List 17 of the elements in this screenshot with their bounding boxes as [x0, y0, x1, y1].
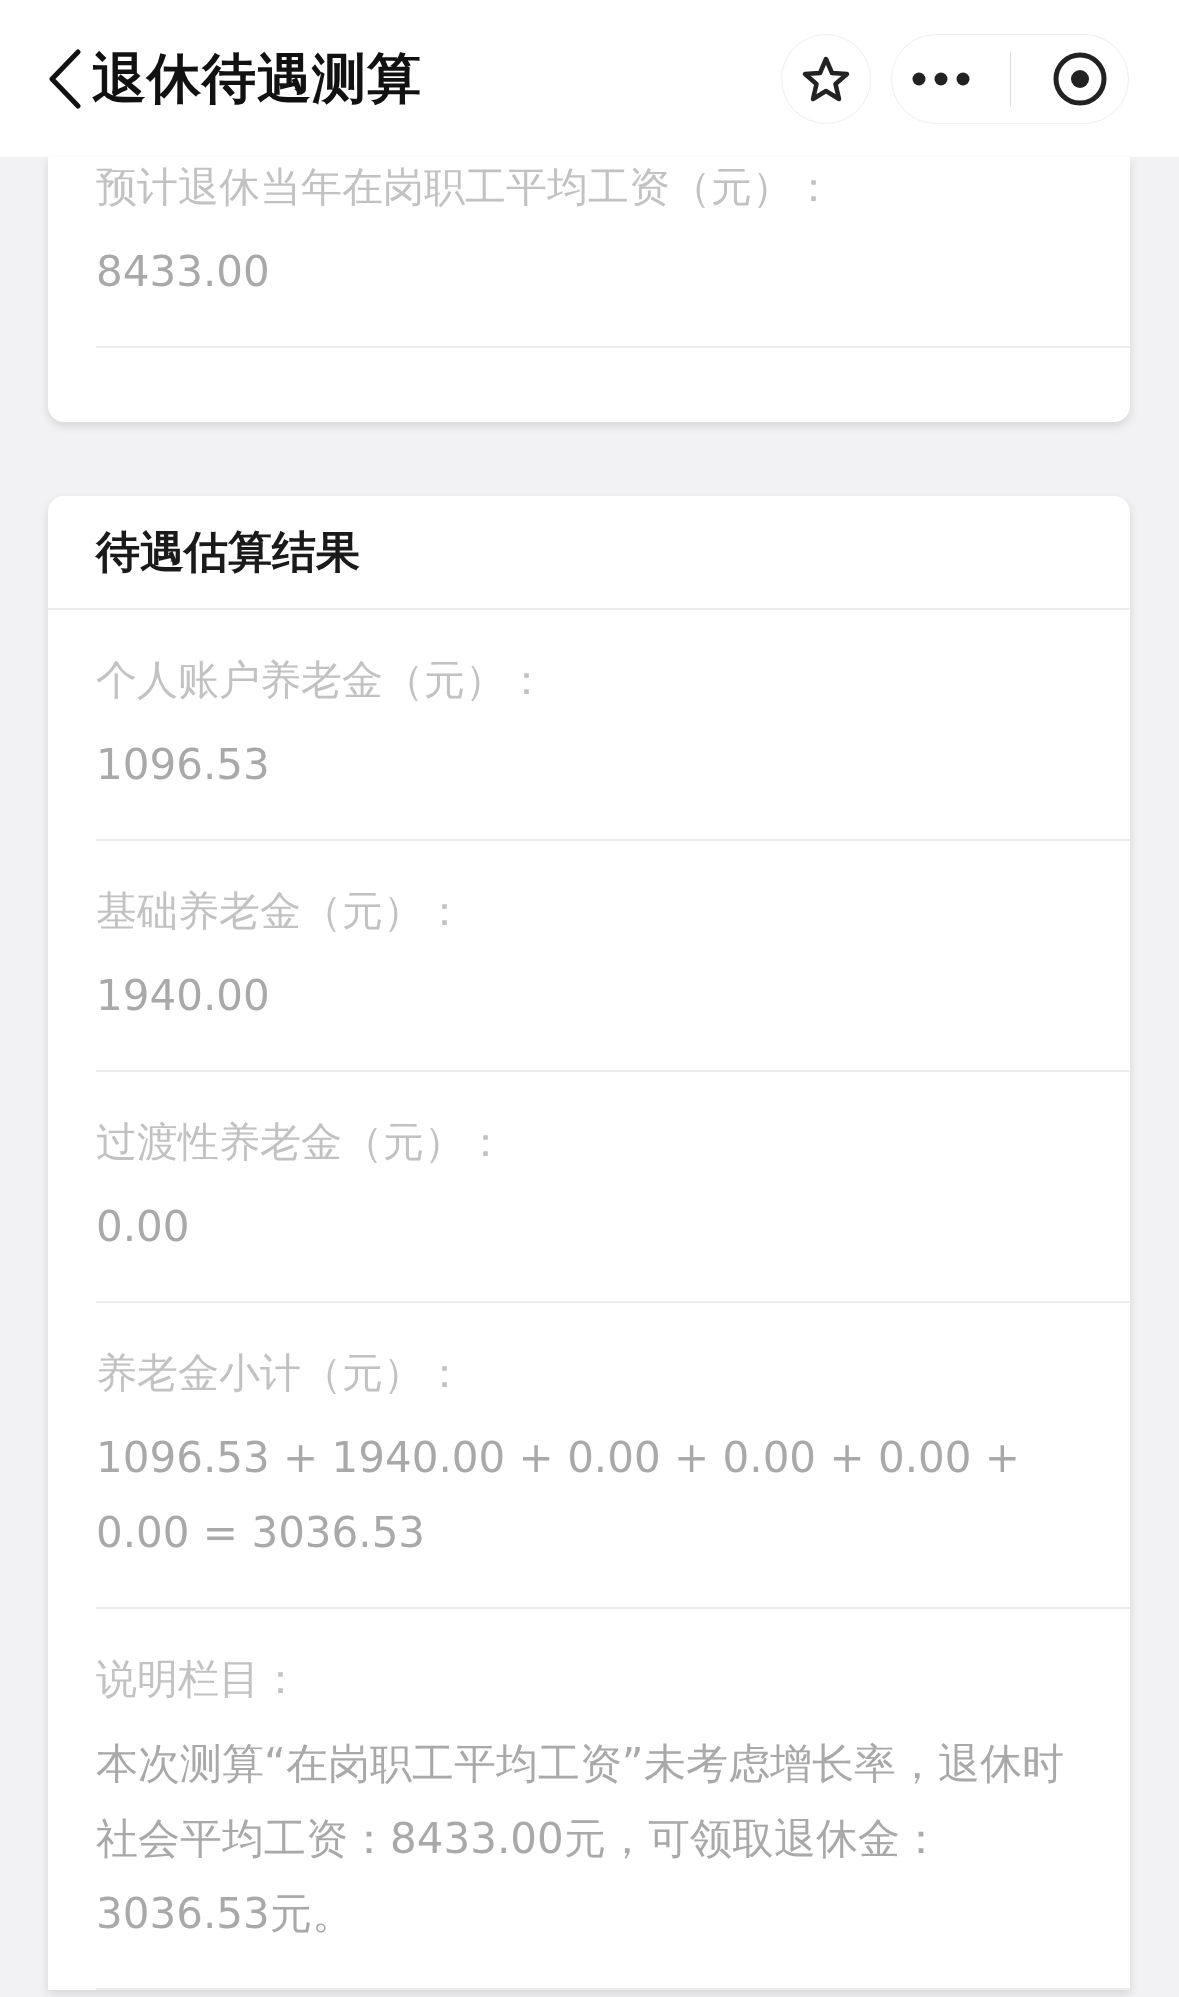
field-value: 1940.00 [96, 970, 271, 1022]
field-value: 1096.53 [96, 739, 271, 791]
field-value: 本次测算“在岗职工平均工资”未考虑增长率，退休时社会平均工资：8433.00元，可领取退休金：3036.53元。 [96, 1738, 1065, 1940]
back-icon[interactable] [48, 48, 82, 109]
field-label: 说明栏目： [96, 1654, 302, 1705]
field-value: 1096.53 + 1940.00 + 0.00 + 0.00 + 0.00 + 0.00 = 3036.53 [96, 1432, 1022, 1559]
field-label: 预计退休当年在岗职工平均工资（元）： [96, 162, 835, 213]
more-icon[interactable] [912, 71, 971, 86]
section-title: 待遇估算结果 [48, 496, 1130, 610]
star-icon [801, 54, 851, 103]
page-title: 退休待遇测算 [92, 46, 422, 112]
field-value: 8433.00 [96, 246, 271, 298]
field-label: 基础养老金（元）： [96, 886, 466, 937]
field-label: 养老金小计（元）： [96, 1348, 466, 1399]
field-label: 个人账户养老金（元）： [96, 655, 548, 706]
field-value: 0.00 [96, 1201, 191, 1253]
field-label: 过渡性养老金（元）： [96, 1117, 507, 1168]
